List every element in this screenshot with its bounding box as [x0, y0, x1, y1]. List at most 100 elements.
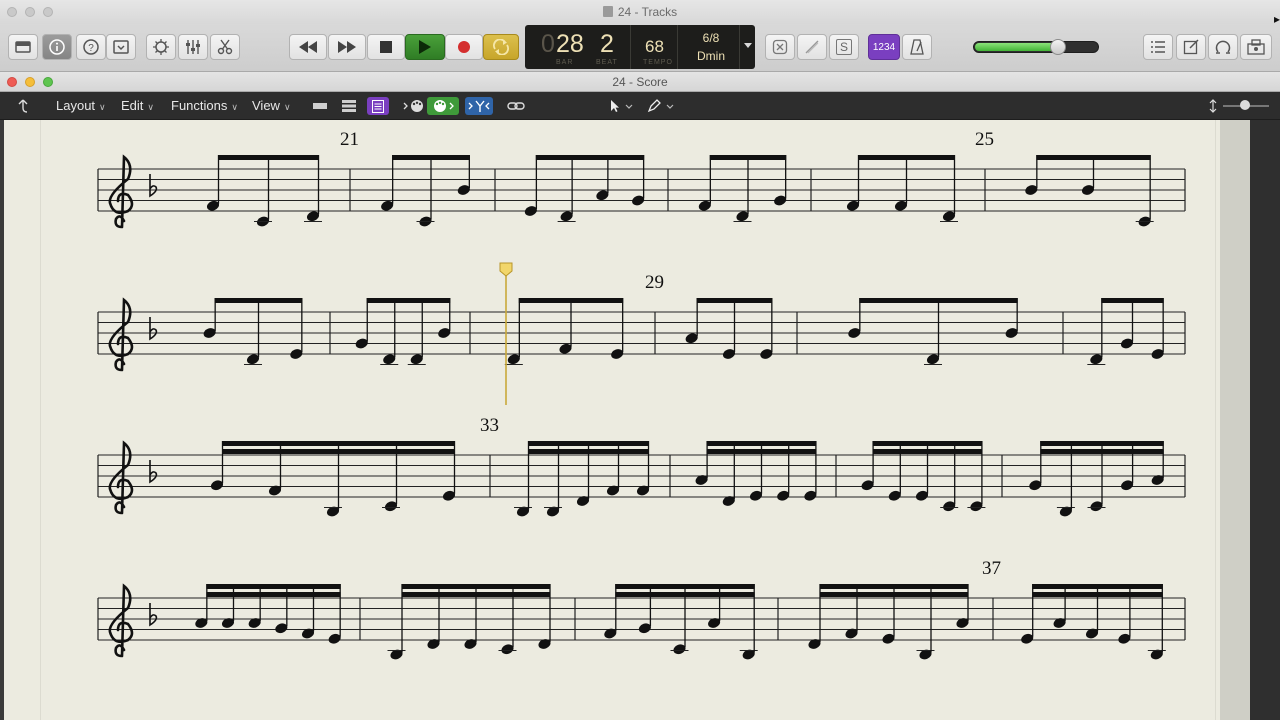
master-volume-knob[interactable] [1050, 39, 1067, 55]
fast-forward-button[interactable] [328, 34, 366, 60]
smart-controls-icon [153, 39, 169, 55]
window-title: 24 - Tracks [0, 5, 1280, 19]
pencil-tool-menu[interactable] [643, 97, 677, 115]
list-icon [1151, 41, 1165, 53]
page-view-icon [372, 99, 384, 113]
mixer-icon [186, 40, 200, 54]
zoom-slider[interactable] [1223, 100, 1269, 110]
measure-number: 25 [975, 129, 994, 150]
lcd-display[interactable]: 0 28 2 BAR BEAT 68 TEMPO 6/8 Dmin [525, 25, 755, 69]
rewind-button[interactable] [289, 34, 327, 60]
filter-icon [468, 100, 490, 112]
beam [819, 592, 969, 597]
measure-number: 29 [645, 272, 664, 293]
menu-functions[interactable]: Functions ∨ [171, 98, 238, 113]
rewind-icon [299, 41, 317, 53]
chevron-down-icon: ∨ [99, 102, 106, 112]
record-button[interactable] [445, 34, 483, 60]
lcd-tempo-label: TEMPO [643, 59, 673, 66]
lcd-divider [677, 25, 678, 69]
score-window-titlebar: 24 - Score [0, 72, 1280, 92]
library-button[interactable] [8, 34, 38, 60]
master-volume-fill [975, 43, 1060, 51]
beam [858, 155, 955, 160]
treble-clef [108, 297, 134, 372]
wrapped-view-button[interactable] [338, 97, 360, 115]
toolbar-toggle-button[interactable] [106, 34, 136, 60]
lcd-tempo: 68 [645, 37, 664, 56]
beam [528, 449, 649, 454]
beam [1032, 584, 1163, 589]
tuner-icon [805, 40, 819, 54]
parent-level-button[interactable] [12, 97, 34, 115]
zoom-slider-knob[interactable] [1240, 100, 1250, 110]
lcd-menu-chevron-icon[interactable] [744, 43, 752, 49]
menu-layout[interactable]: Layout ∨ [56, 98, 106, 113]
catch-palette-button[interactable] [402, 97, 426, 115]
cycle-button[interactable] [483, 34, 519, 60]
playhead-marker [499, 262, 513, 277]
cycle-icon [493, 39, 509, 55]
pointer-tool-menu[interactable] [604, 97, 636, 115]
treble-clef [108, 583, 134, 658]
wrapped-view-icon [342, 100, 356, 112]
flat-key-signature [149, 174, 158, 198]
beam [872, 449, 983, 454]
beam [709, 155, 787, 160]
pointer-tool-icon [611, 100, 633, 112]
metronome-button[interactable] [902, 34, 932, 60]
editors-button[interactable] [210, 34, 240, 60]
mixer-button[interactable] [178, 34, 208, 60]
play-button[interactable] [405, 34, 445, 60]
browser-icon [1247, 39, 1265, 55]
solo-button[interactable]: S [829, 34, 859, 60]
loops-button[interactable] [1208, 34, 1238, 60]
linear-view-icon [313, 103, 327, 109]
beam [696, 298, 773, 303]
notepad-button[interactable] [1176, 34, 1206, 60]
score-page-area: 21 25 29 33 37 [0, 120, 1280, 720]
menu-edit[interactable]: Edit ∨ [121, 98, 154, 113]
smart-controls-button[interactable] [146, 34, 176, 60]
parent-level-icon [18, 99, 28, 113]
link-icon [507, 102, 525, 110]
list-editors-button[interactable] [1143, 34, 1173, 60]
filter-button[interactable] [465, 97, 493, 115]
help-icon: ? [83, 39, 99, 55]
count-in-button[interactable]: 1234 [868, 34, 900, 60]
document-icon [602, 6, 613, 17]
link-button[interactable] [503, 97, 529, 115]
linear-view-button[interactable] [309, 97, 331, 115]
stop-button[interactable] [367, 34, 405, 60]
flat-key-signature [149, 603, 158, 627]
score-notation[interactable]: 21 25 29 33 37 [0, 120, 1280, 720]
treble-clef [108, 154, 134, 229]
lcd-divider [739, 25, 740, 69]
lcd-bar-label: BAR [556, 59, 574, 66]
page-view-button[interactable] [367, 97, 389, 115]
vertical-zoom-button[interactable] [1205, 97, 1221, 115]
beam [401, 592, 551, 597]
master-volume-slider[interactable] [973, 39, 1099, 55]
lcd-bar-prefix: 0 [541, 30, 555, 58]
replace-button[interactable] [765, 34, 795, 60]
inspector-button[interactable] [42, 34, 72, 60]
menu-view[interactable]: View ∨ [252, 98, 291, 113]
beam [615, 584, 755, 589]
chevron-down-icon: ∨ [283, 102, 291, 112]
lcd-beat: 2 [600, 30, 614, 58]
browsers-button[interactable] [1240, 34, 1272, 60]
measure-number: 21 [340, 129, 359, 150]
quick-help-button[interactable]: ? [76, 34, 106, 60]
beam [872, 441, 983, 446]
beam [206, 592, 341, 597]
tuner-button[interactable] [797, 34, 827, 60]
chevron-down-icon: ∨ [147, 102, 154, 112]
play-icon [419, 40, 431, 54]
solo-label: S [835, 39, 852, 55]
beam [1032, 592, 1163, 597]
library-icon [15, 41, 31, 53]
loops-icon [1215, 40, 1231, 54]
part-box-button[interactable] [427, 97, 459, 115]
beam [706, 449, 817, 454]
